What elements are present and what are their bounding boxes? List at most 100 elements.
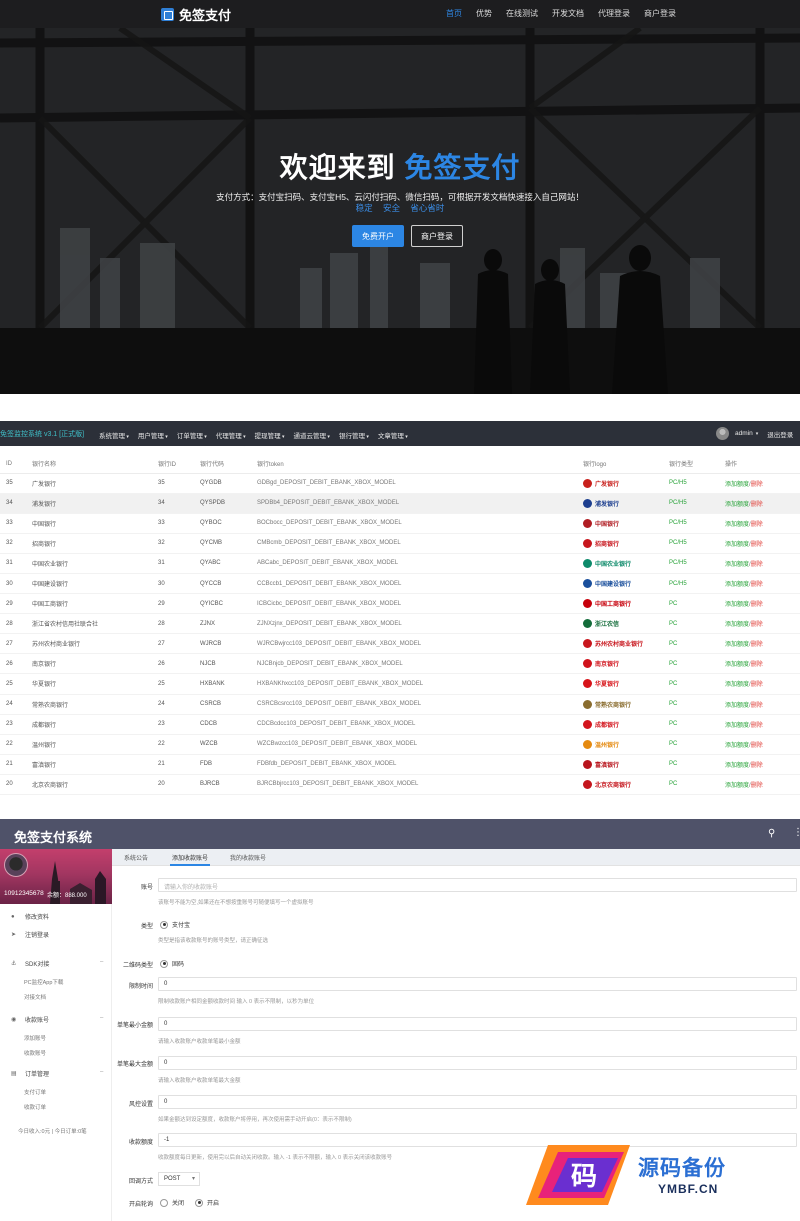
menu-orders[interactable]: 订单管理 — [177, 430, 207, 440]
callback-select[interactable]: POST — [158, 1172, 200, 1186]
delete-link[interactable]: 删除 — [751, 642, 763, 648]
add-quota-link[interactable]: 添加额度 — [725, 682, 749, 688]
nav-home[interactable]: 首页 — [446, 8, 462, 19]
delete-link[interactable]: 删除 — [751, 622, 763, 628]
delete-link[interactable]: 删除 — [751, 743, 763, 749]
add-quota-link[interactable]: 添加额度 — [725, 703, 749, 709]
menu-articles[interactable]: 文章管理 — [378, 430, 408, 440]
delete-link[interactable]: 删除 — [751, 602, 763, 608]
account-input[interactable]: 请输入你的收款账号 — [158, 878, 797, 892]
sidebar-item-edit-profile[interactable]: ● 修改资料 — [11, 912, 50, 922]
menu-agents[interactable]: 代理管理 — [216, 430, 246, 440]
sidebar-subitem-pc-app[interactable]: PC监控App下载 — [24, 978, 63, 986]
nav-agent-login[interactable]: 代理登录 — [598, 8, 630, 19]
max-amount-input[interactable]: 0 — [158, 1056, 797, 1070]
delete-link[interactable]: 删除 — [751, 662, 763, 668]
table-row: 23 成都银行 23 CDCB CDCBcdcc103_DEPOSIT_DEBIT_EB… — [0, 714, 800, 735]
sidebar-item-accounts[interactable]: ◉ 收款账号 — [11, 1015, 49, 1024]
sidebar-subitem-docs[interactable]: 对接文档 — [24, 993, 46, 1001]
admin-system-title[interactable]: 免签监控系统 v3.1 [正式版] — [0, 429, 84, 439]
nav-dev-docs[interactable]: 开发文档 — [552, 8, 584, 19]
add-quota-link[interactable]: 添加额度 — [725, 482, 749, 488]
sidebar-subitem-pay-orders[interactable]: 支付订单 — [24, 1088, 46, 1096]
avatar[interactable] — [716, 427, 729, 440]
add-quota-link[interactable]: 添加额度 — [725, 743, 749, 749]
admin-user-area: admin ▾ 退出登录 — [716, 427, 793, 440]
add-quota-link[interactable]: 添加额度 — [725, 642, 749, 648]
min-amount-help: 请输入收款账户收款单笔最小金额 — [158, 1039, 241, 1045]
cell-bank-code: QYBOC — [200, 513, 257, 534]
poll-radio-off[interactable]: 关闭 — [160, 1198, 184, 1207]
sidebar-item-sdk[interactable]: ⚓ SDK对接 — [11, 959, 49, 968]
type-radio-alipay[interactable]: 支付宝 — [160, 920, 190, 929]
delete-link[interactable]: 删除 — [751, 522, 763, 528]
sidebar-item-label: 修改资料 — [25, 915, 50, 921]
delete-link[interactable]: 删除 — [751, 703, 763, 709]
nav-online-test[interactable]: 在线测试 — [506, 8, 538, 19]
add-quota-link[interactable]: 添加额度 — [725, 542, 749, 548]
avatar[interactable] — [4, 853, 28, 877]
sidebar-item-logout[interactable]: ➤ 注销登录 — [11, 930, 49, 939]
register-button[interactable]: 免费开户 — [352, 225, 404, 247]
add-quota-link[interactable]: 添加额度 — [725, 522, 749, 528]
cell-bank-name: 成都银行 — [32, 714, 158, 735]
cell-bank-type: PC/H5 — [669, 533, 725, 554]
menu-system[interactable]: 系统管理 — [99, 430, 129, 440]
nav-merchant-login[interactable]: 商户登录 — [644, 8, 676, 19]
delete-link[interactable]: 删除 — [751, 542, 763, 548]
add-quota-link[interactable]: 添加额度 — [725, 662, 749, 668]
chevron-up-icon[interactable]: – — [100, 1069, 103, 1075]
limit-time-input[interactable]: 0 — [158, 977, 797, 991]
add-quota-link[interactable]: 添加额度 — [725, 602, 749, 608]
menu-channel-cloud[interactable]: 通道云管理 — [294, 430, 330, 440]
cell-actions: 添加额度/删除 — [725, 573, 800, 595]
search-icon[interactable]: ⚲ — [768, 828, 775, 839]
add-quota-link[interactable]: 添加额度 — [725, 763, 749, 769]
sidebar-subitem-collect-orders[interactable]: 收款订单 — [24, 1103, 46, 1111]
delete-link[interactable]: 删除 — [751, 723, 763, 729]
cell-bank-code: QYCCB — [200, 573, 257, 595]
sidebar-subitem-accounts[interactable]: 收款账号 — [24, 1049, 46, 1057]
merchant-balance: 余额：888.000 — [47, 893, 87, 899]
merchant-login-button[interactable]: 商户登录 — [411, 225, 463, 247]
nav-advantages[interactable]: 优势 — [476, 8, 492, 19]
min-amount-input[interactable]: 0 — [158, 1017, 797, 1031]
poll-radio-on[interactable]: 开启 — [195, 1198, 219, 1207]
add-quota-link[interactable]: 添加额度 — [725, 582, 749, 588]
add-quota-link[interactable]: 添加额度 — [725, 783, 749, 789]
delete-link[interactable]: 删除 — [751, 502, 763, 508]
menu-withdraw[interactable]: 提现管理 — [255, 430, 285, 440]
chevron-up-icon[interactable]: – — [100, 1015, 103, 1021]
tab-add-account[interactable]: 添加收款账号 — [169, 853, 211, 866]
delete-link[interactable]: 删除 — [751, 582, 763, 588]
sidebar-subitem-add-account[interactable]: 添加账号 — [24, 1034, 46, 1042]
delete-link[interactable]: 删除 — [751, 783, 763, 789]
chevron-up-icon[interactable]: – — [100, 959, 103, 965]
tab-announcements[interactable]: 系统公告 — [124, 853, 148, 862]
menu-banks[interactable]: 银行管理 — [339, 430, 369, 440]
brand[interactable]: 免签支付 — [161, 6, 231, 23]
max-amount-help: 请输入收款账户收款单笔最大金额 — [158, 1078, 241, 1084]
sidebar-item-orders[interactable]: ▤ 订单管理 — [11, 1069, 49, 1078]
risk-input[interactable]: 0 — [158, 1095, 797, 1109]
menu-users[interactable]: 用户管理 — [138, 430, 168, 440]
delete-link[interactable]: 删除 — [751, 482, 763, 488]
delete-link[interactable]: 删除 — [751, 562, 763, 568]
tab-my-accounts[interactable]: 我的收款账号 — [230, 853, 266, 862]
qr-type-radio-fixed[interactable]: 固码 — [160, 959, 184, 968]
cell-bank-id: 34 — [158, 493, 200, 514]
delete-link[interactable]: 删除 — [751, 682, 763, 688]
cell-bank-logo: 浦发银行 — [583, 493, 669, 514]
more-icon[interactable]: ⋮ — [793, 827, 800, 838]
admin-username[interactable]: admin — [735, 430, 753, 437]
add-quota-link[interactable]: 添加额度 — [725, 562, 749, 568]
add-quota-link[interactable]: 添加额度 — [725, 723, 749, 729]
logout-link[interactable]: 退出登录 — [767, 429, 793, 439]
delete-link[interactable]: 删除 — [751, 763, 763, 769]
cell-id: 23 — [0, 714, 32, 735]
add-quota-link[interactable]: 添加额度 — [725, 502, 749, 508]
cell-id: 21 — [0, 754, 32, 775]
add-quota-link[interactable]: 添加额度 — [725, 622, 749, 628]
cell-bank-id: 31 — [158, 553, 200, 574]
cell-id: 27 — [0, 633, 32, 655]
